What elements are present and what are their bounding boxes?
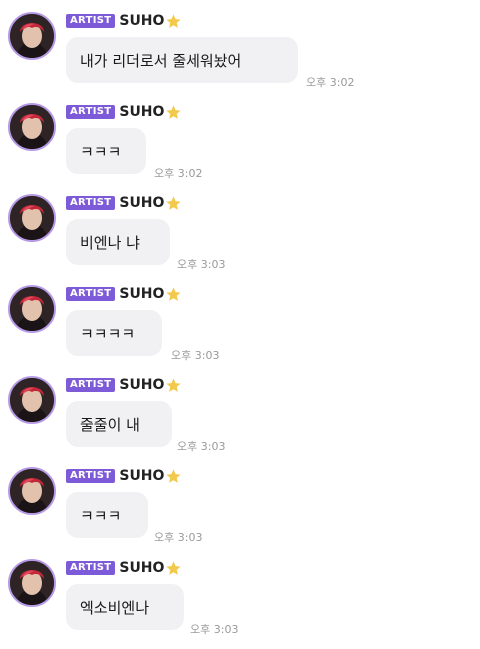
avatar-image xyxy=(10,469,54,513)
message-time: 오후 3:03 xyxy=(171,349,220,362)
sender-name[interactable]: SUHO xyxy=(119,195,164,211)
avatar-image xyxy=(10,196,54,240)
chat-message: ARTIST SUHO 줄줄이 내 오후 3:03 xyxy=(0,372,480,460)
star-icon xyxy=(165,560,182,577)
star-icon xyxy=(165,13,182,30)
message-bubble[interactable]: 내가 리더로서 줄세워놨어 xyxy=(66,37,298,83)
message-time: 오후 3:03 xyxy=(177,258,226,271)
artist-badge: ARTIST xyxy=(66,196,116,210)
artist-badge: ARTIST xyxy=(66,287,116,301)
message-time: 오후 3:03 xyxy=(177,440,226,453)
artist-badge: ARTIST xyxy=(66,105,116,119)
chat-message: ARTIST SUHO 비엔나 냐 오후 3:03 xyxy=(0,190,480,278)
sender-name[interactable]: SUHO xyxy=(119,286,164,302)
sender-name[interactable]: SUHO xyxy=(119,468,164,484)
avatar[interactable] xyxy=(8,12,56,60)
message-header: ARTIST SUHO xyxy=(66,284,182,304)
message-header: ARTIST SUHO xyxy=(66,558,182,578)
avatar-image xyxy=(10,378,54,422)
message-time: 오후 3:03 xyxy=(190,623,239,636)
artist-badge: ARTIST xyxy=(66,14,116,28)
star-icon xyxy=(165,377,182,394)
message-bubble[interactable]: ㅋㅋㅋ xyxy=(66,128,146,174)
message-bubble[interactable]: 엑소비엔나 xyxy=(66,584,184,630)
sender-name[interactable]: SUHO xyxy=(119,560,164,576)
star-icon xyxy=(165,104,182,121)
message-header: ARTIST SUHO xyxy=(66,193,182,213)
chat-message: ARTIST SUHO ㅋㅋㅋ 오후 3:02 xyxy=(0,99,480,187)
sender-name[interactable]: SUHO xyxy=(119,377,164,393)
chat-message: ARTIST SUHO 내가 리더로서 줄세워놨어 오후 3:02 xyxy=(0,8,480,96)
chat-message: ARTIST SUHO ㅋㅋㅋ 오후 3:03 xyxy=(0,463,480,551)
message-header: ARTIST SUHO xyxy=(66,11,182,31)
chat-message: ARTIST SUHO ㅋㅋㅋㅋ 오후 3:03 xyxy=(0,281,480,369)
star-icon xyxy=(165,468,182,485)
avatar-image xyxy=(10,287,54,331)
avatar-image xyxy=(10,14,54,58)
message-time: 오후 3:03 xyxy=(154,531,203,544)
avatar[interactable] xyxy=(8,559,56,607)
avatar[interactable] xyxy=(8,285,56,333)
star-icon xyxy=(165,195,182,212)
message-header: ARTIST SUHO xyxy=(66,375,182,395)
message-bubble[interactable]: 비엔나 냐 xyxy=(66,219,170,265)
artist-badge: ARTIST xyxy=(66,561,116,575)
message-bubble[interactable]: ㅋㅋㅋ xyxy=(66,492,148,538)
avatar-image xyxy=(10,105,54,149)
message-header: ARTIST SUHO xyxy=(66,102,182,122)
star-icon xyxy=(165,286,182,303)
sender-name[interactable]: SUHO xyxy=(119,13,164,29)
message-time: 오후 3:02 xyxy=(154,167,203,180)
message-bubble[interactable]: 줄줄이 내 xyxy=(66,401,172,447)
chat-message: ARTIST SUHO 엑소비엔나 오후 3:03 xyxy=(0,555,480,643)
message-bubble[interactable]: ㅋㅋㅋㅋ xyxy=(66,310,162,356)
chat-list: ARTIST SUHO 내가 리더로서 줄세워놨어 오후 3:02 ARTIST… xyxy=(0,0,480,649)
artist-badge: ARTIST xyxy=(66,378,116,392)
message-header: ARTIST SUHO xyxy=(66,466,182,486)
avatar[interactable] xyxy=(8,194,56,242)
avatar[interactable] xyxy=(8,103,56,151)
sender-name[interactable]: SUHO xyxy=(119,104,164,120)
message-time: 오후 3:02 xyxy=(306,76,355,89)
avatar[interactable] xyxy=(8,376,56,424)
avatar-image xyxy=(10,561,54,605)
avatar[interactable] xyxy=(8,467,56,515)
artist-badge: ARTIST xyxy=(66,469,116,483)
